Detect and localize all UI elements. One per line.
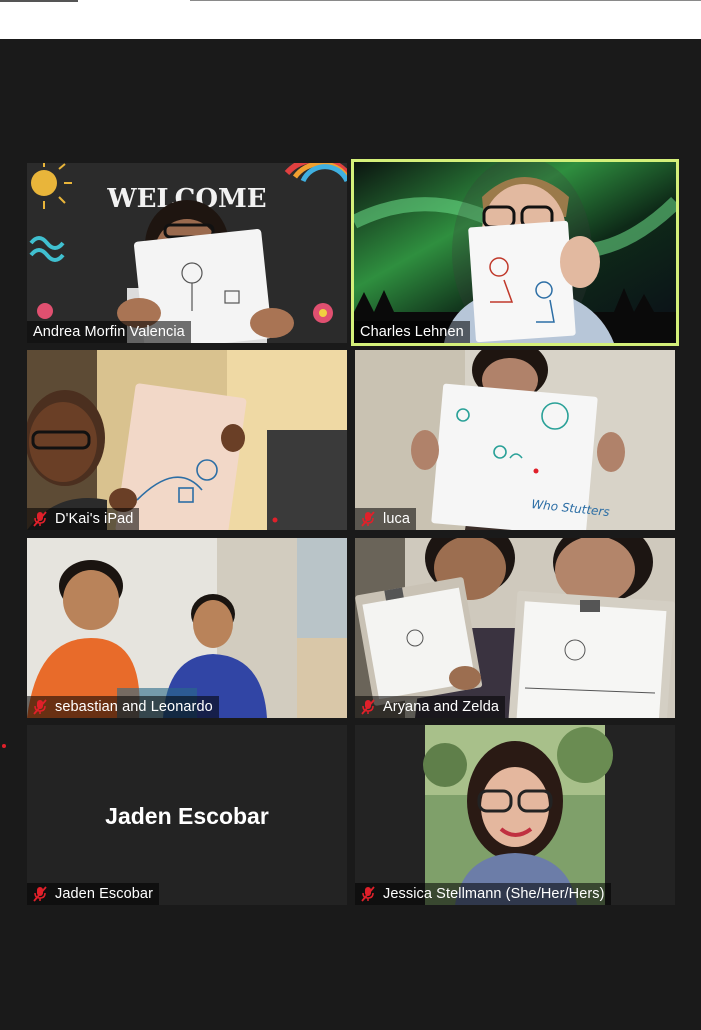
participant-tile[interactable]: WELCOME Andrea Morfin Valencia: [27, 163, 347, 343]
participant-tile-video-off[interactable]: Jaden Escobar Jaden Escobar: [27, 725, 347, 905]
participant-name: Jessica Stellmann (She/Her/Hers): [383, 886, 605, 902]
microphone-muted-icon: [361, 511, 375, 527]
recording-indicator: [2, 744, 6, 748]
participant-video: [27, 538, 347, 718]
microphone-muted-icon: [361, 699, 375, 715]
participant-name: Aryana and Zelda: [383, 699, 500, 715]
microphone-muted-icon: [33, 699, 47, 715]
participant-video: [354, 162, 676, 343]
participant-name: Andrea Morfin Valencia: [33, 324, 185, 340]
microphone-muted-icon: [33, 886, 47, 902]
participant-name: sebastian and Leonardo: [55, 699, 213, 715]
participant-name: Jaden Escobar: [55, 886, 154, 902]
participant-name: Charles Lehnen: [360, 324, 464, 340]
participant-video: Who Stutters: [355, 350, 675, 530]
participant-tile[interactable]: Who Stutters luca: [355, 350, 675, 530]
tab-indicator: [0, 0, 78, 2]
participant-name-tag: D'Kai's iPad: [27, 508, 140, 530]
participant-name: luca: [383, 511, 410, 527]
participant-name-tag: Jessica Stellmann (She/Her/Hers): [355, 883, 611, 905]
window-top-bar: [0, 0, 701, 39]
title-bar-border: [190, 0, 701, 1]
participant-tile[interactable]: D'Kai's iPad: [27, 350, 347, 530]
participant-video: [355, 725, 675, 905]
participant-name-tag: sebastian and Leonardo: [27, 696, 219, 718]
participant-tile-active-speaker[interactable]: Charles Lehnen: [351, 159, 679, 346]
participant-video: WELCOME: [27, 163, 347, 343]
microphone-muted-icon: [33, 511, 47, 527]
participant-placeholder-name: Jaden Escobar: [105, 803, 269, 829]
microphone-muted-icon: [361, 886, 375, 902]
participant-tile[interactable]: Jessica Stellmann (She/Her/Hers): [355, 725, 675, 905]
participant-name-tag: luca: [355, 508, 416, 530]
participant-video: [27, 350, 347, 530]
participant-name-tag: Charles Lehnen: [354, 321, 470, 343]
participant-name-tag: Jaden Escobar: [27, 883, 160, 905]
participant-tile[interactable]: Aryana and Zelda: [355, 538, 675, 718]
participant-video: [355, 538, 675, 718]
participant-name-tag: Andrea Morfin Valencia: [27, 321, 191, 343]
participant-name: D'Kai's iPad: [55, 511, 134, 527]
participant-tile[interactable]: sebastian and Leonardo: [27, 538, 347, 718]
participant-name-tag: Aryana and Zelda: [355, 696, 506, 718]
